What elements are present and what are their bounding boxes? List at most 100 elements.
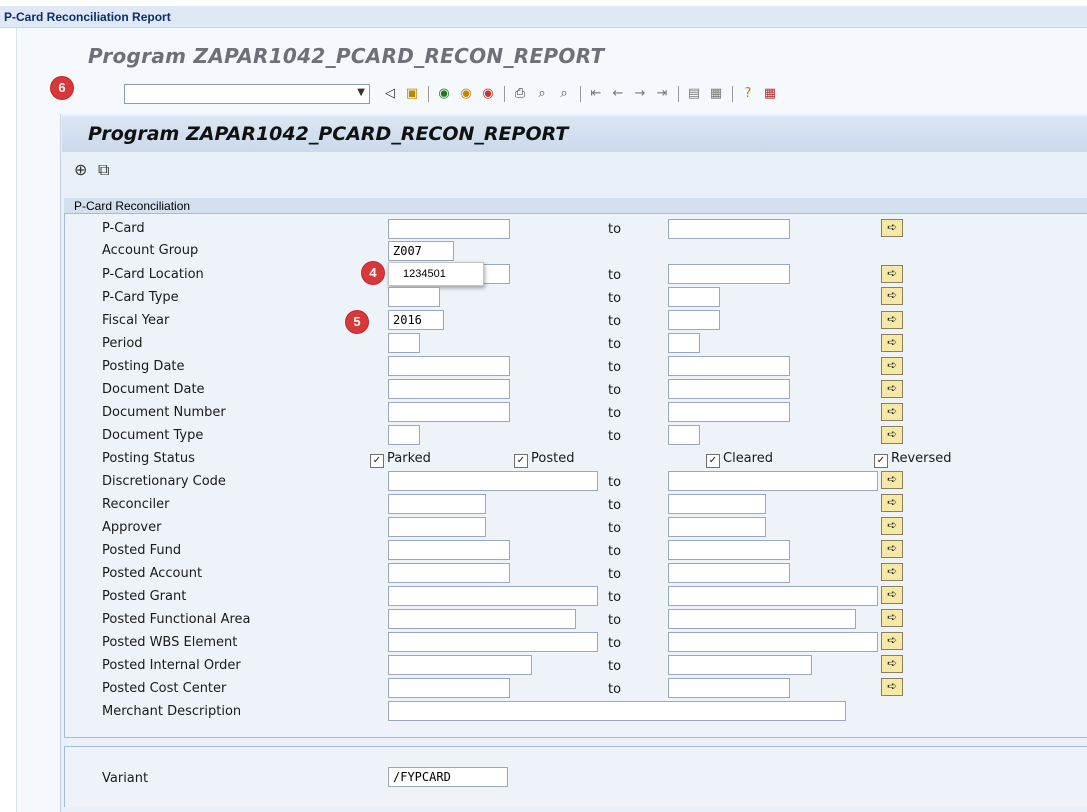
posted-grant-high-input[interactable] bbox=[668, 586, 878, 606]
last-page-icon[interactable]: ⇥ bbox=[654, 86, 670, 102]
get-variant-icon[interactable]: ⧉ bbox=[98, 160, 109, 180]
reconciler-high-input[interactable] bbox=[668, 494, 766, 514]
posted-functional-area-low-input[interactable] bbox=[388, 609, 576, 629]
field-label-account-group: Account Group bbox=[102, 243, 199, 258]
multiple-selection-button[interactable]: ➪ bbox=[881, 357, 903, 375]
approver-low-input[interactable] bbox=[388, 517, 486, 537]
cleared-checkbox[interactable]: ✓ Cleared bbox=[706, 451, 773, 468]
back-icon[interactable]: ◁ bbox=[382, 86, 398, 102]
previous-page-icon[interactable]: ← bbox=[610, 86, 626, 102]
posted-grant-low-input[interactable] bbox=[388, 586, 598, 606]
multiple-selection-button[interactable]: ➪ bbox=[881, 494, 903, 512]
approver-high-input[interactable] bbox=[668, 517, 766, 537]
posted-cost-center-low-input[interactable] bbox=[388, 678, 510, 698]
pcard-low-input[interactable] bbox=[388, 219, 510, 239]
posted-account-low-input[interactable] bbox=[388, 563, 510, 583]
parked-checkbox[interactable]: ✓ Parked bbox=[370, 451, 431, 468]
posted-checkbox[interactable]: ✓ Posted bbox=[514, 451, 574, 468]
to-label: to bbox=[608, 337, 622, 352]
posted-account-high-input[interactable] bbox=[668, 563, 790, 583]
account-group-input[interactable]: Z007 bbox=[388, 241, 454, 261]
multiple-selection-button[interactable]: ➪ bbox=[881, 471, 903, 489]
window-title: P-Card Reconciliation Report bbox=[0, 6, 1087, 28]
multiple-selection-button[interactable]: ➪ bbox=[881, 678, 903, 696]
field-label-document-type: Document Type bbox=[102, 428, 204, 443]
multiple-selection-button[interactable]: ➪ bbox=[881, 563, 903, 581]
multiple-selection-button[interactable]: ➪ bbox=[881, 403, 903, 421]
discretionary-code-low-input[interactable] bbox=[388, 471, 598, 491]
program-header: Program ZAPAR1042_PCARD_RECON_REPORT bbox=[88, 44, 605, 68]
discretionary-code-high-input[interactable] bbox=[668, 471, 878, 491]
period-low-input[interactable] bbox=[388, 333, 420, 353]
multiple-selection-button[interactable]: ➪ bbox=[881, 426, 903, 444]
posted-internal-order-low-input[interactable] bbox=[388, 655, 532, 675]
pcard-high-input[interactable] bbox=[668, 219, 790, 239]
posting-date-low-input[interactable] bbox=[388, 356, 510, 376]
pcard-type-high-input[interactable] bbox=[668, 287, 720, 307]
exit-icon[interactable]: ◉ bbox=[458, 86, 474, 102]
field-label-posted-fund: Posted Fund bbox=[102, 543, 182, 558]
multiple-selection-button[interactable]: ➪ bbox=[881, 311, 903, 329]
multiple-selection-button[interactable]: ➪ bbox=[881, 334, 903, 352]
field-label-document-date: Document Date bbox=[102, 382, 205, 397]
multiple-selection-button[interactable]: ➪ bbox=[881, 632, 903, 650]
period-high-input[interactable] bbox=[668, 333, 700, 353]
document-number-low-input[interactable] bbox=[388, 402, 510, 422]
posted-wbs-element-low-input[interactable] bbox=[388, 632, 598, 652]
posted-fund-low-input[interactable] bbox=[388, 540, 510, 560]
field-label-posting-date: Posting Date bbox=[102, 359, 185, 374]
multiple-selection-button[interactable]: ➪ bbox=[881, 265, 903, 283]
multiple-selection-button[interactable]: ➪ bbox=[881, 219, 903, 237]
posted-cost-center-high-input[interactable] bbox=[668, 678, 790, 698]
field-label-posted-functional-area: Posted Functional Area bbox=[102, 612, 251, 627]
document-type-high-input[interactable] bbox=[668, 425, 700, 445]
document-date-high-input[interactable] bbox=[668, 379, 790, 399]
multiple-selection-button[interactable]: ➪ bbox=[881, 586, 903, 604]
merchant-description-input[interactable] bbox=[388, 701, 846, 721]
to-label: to bbox=[608, 314, 622, 329]
reconciler-low-input[interactable] bbox=[388, 494, 486, 514]
multiple-selection-button[interactable]: ➪ bbox=[881, 540, 903, 558]
multiple-selection-button[interactable]: ➪ bbox=[881, 609, 903, 627]
document-type-low-input[interactable] bbox=[388, 425, 420, 445]
posted-internal-order-high-input[interactable] bbox=[668, 655, 812, 675]
multiple-selection-button[interactable]: ➪ bbox=[881, 517, 903, 535]
posted-fund-high-input[interactable] bbox=[668, 540, 790, 560]
multiple-selection-button[interactable]: ➪ bbox=[881, 287, 903, 305]
fiscal-year-high-input[interactable] bbox=[668, 310, 720, 330]
posted-wbs-element-high-input[interactable] bbox=[668, 632, 878, 652]
pcard-type-low-input[interactable] bbox=[388, 287, 440, 307]
first-page-icon[interactable]: ⇤ bbox=[588, 86, 604, 102]
create-session-icon[interactable]: ▤ bbox=[686, 86, 702, 102]
posted-functional-area-high-input[interactable] bbox=[668, 609, 856, 629]
variant-input[interactable]: /FYPCARD bbox=[388, 767, 508, 787]
document-number-high-input[interactable] bbox=[668, 402, 790, 422]
print-icon[interactable]: ⎙ bbox=[512, 86, 528, 102]
toolbar-separator bbox=[678, 86, 679, 102]
multiple-selection-button[interactable]: ➪ bbox=[881, 380, 903, 398]
document-date-low-input[interactable] bbox=[388, 379, 510, 399]
shortcut-icon[interactable]: ▦ bbox=[708, 86, 724, 102]
to-label: to bbox=[608, 636, 622, 651]
command-field[interactable]: ▼ bbox=[124, 84, 370, 104]
back-arrow-icon[interactable]: ◉ bbox=[436, 86, 452, 102]
field-label-posted-internal-order: Posted Internal Order bbox=[102, 658, 241, 673]
next-page-icon[interactable]: → bbox=[632, 86, 648, 102]
to-label: to bbox=[608, 567, 622, 582]
inner-title: Program ZAPAR1042_PCARD_RECON_REPORT bbox=[62, 116, 1087, 152]
cancel-icon[interactable]: ◉ bbox=[480, 86, 496, 102]
reversed-checkbox[interactable]: ✓ Reversed bbox=[874, 451, 952, 468]
multiple-selection-button[interactable]: ➪ bbox=[881, 655, 903, 673]
find-icon[interactable]: ⌕ bbox=[534, 86, 550, 102]
save-icon[interactable]: ▣ bbox=[404, 86, 420, 102]
to-label: to bbox=[608, 659, 622, 674]
pcard-location-high-input[interactable] bbox=[668, 264, 790, 284]
execute-icon[interactable]: ⊕ bbox=[74, 160, 87, 179]
fiscal-year-low-input[interactable]: 2016 bbox=[388, 310, 444, 330]
find-next-icon[interactable]: ⌕ bbox=[556, 86, 572, 102]
field-label-posting-status: Posting Status bbox=[102, 451, 195, 466]
layout-menu-icon[interactable]: ▦ bbox=[762, 86, 778, 102]
help-icon[interactable]: ? bbox=[740, 86, 756, 102]
posting-date-high-input[interactable] bbox=[668, 356, 790, 376]
chevron-down-icon[interactable]: ▼ bbox=[357, 87, 365, 98]
